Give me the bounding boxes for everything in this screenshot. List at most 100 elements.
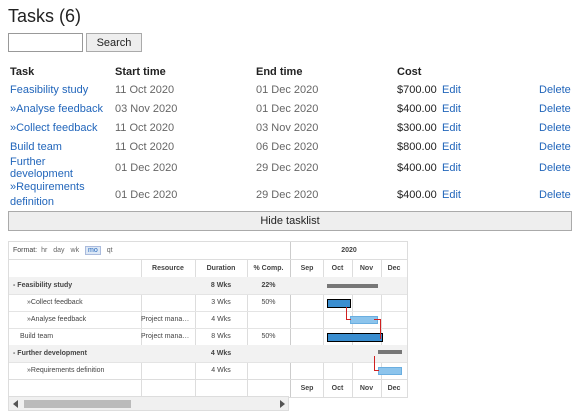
task-link[interactable]: Build team: [10, 141, 62, 153]
cost: $400.00: [397, 162, 437, 174]
gantt-duration: 3 Wks: [211, 299, 231, 306]
gantt-pct: 50%: [261, 299, 276, 306]
horizontal-scrollbar[interactable]: [8, 396, 289, 411]
delete-link[interactable]: Delete: [539, 84, 571, 96]
task-link[interactable]: »Analyse feedback: [10, 103, 103, 115]
gantt-chart: Format: hr day wk mo qt 2020 Resource Du…: [8, 241, 408, 398]
start-time: 11 Oct 2020: [115, 83, 175, 96]
format-wk[interactable]: wk: [71, 247, 80, 254]
column-header-end: End time: [256, 66, 303, 78]
month-label: Oct: [331, 385, 344, 392]
format-qt[interactable]: qt: [107, 247, 113, 254]
gantt-bar[interactable]: [327, 299, 351, 308]
edit-link[interactable]: Edit: [442, 189, 461, 201]
dependency-line: [380, 319, 381, 339]
table-row: Build team 11 Oct 2020 06 Dec 2020 $800.…: [8, 137, 573, 156]
delete-link[interactable]: Delete: [539, 162, 571, 174]
gantt-duration: 8 Wks: [211, 333, 231, 340]
end-time: 29 Dec 2020: [256, 189, 319, 201]
format-mo[interactable]: mo: [85, 246, 101, 255]
edit-link[interactable]: Edit: [442, 141, 461, 153]
task-link[interactable]: »Collect feedback: [10, 122, 97, 134]
gantt-row: - Further development 4 Wks: [9, 345, 407, 363]
end-time: 03 Nov 2020: [256, 121, 319, 134]
format-label: Format:: [13, 247, 38, 254]
column-header-resource: Resource: [152, 265, 184, 272]
column-header-duration: Duration: [206, 265, 236, 272]
gantt-duration: 8 Wks: [210, 282, 232, 289]
gantt-bar[interactable]: [350, 316, 378, 324]
cost: $800.00: [397, 140, 437, 153]
collapse-icon[interactable]: -: [13, 282, 15, 289]
table-row: Feasibility study 11 Oct 2020 01 Dec 202…: [8, 80, 573, 99]
dependency-line: [374, 370, 379, 371]
start-time: 11 Oct 2020: [115, 121, 175, 134]
gantt-bar[interactable]: [378, 367, 402, 375]
task-link[interactable]: Further development: [10, 156, 73, 180]
page-title: Tasks (6): [8, 6, 82, 26]
gantt-task-name[interactable]: »Analyse feedback: [27, 311, 86, 328]
gantt-duration: 4 Wks: [210, 350, 232, 357]
month-label: Dec: [387, 385, 401, 392]
year-label: 2020: [341, 247, 357, 254]
edit-link[interactable]: Edit: [442, 103, 461, 115]
month-label: Oct: [331, 265, 344, 272]
delete-link[interactable]: Delete: [539, 122, 571, 134]
gantt-resource: Project mana…: [141, 333, 190, 340]
end-time: 29 Dec 2020: [256, 162, 319, 174]
table-row: »Collect feedback 11 Oct 2020 03 Nov 202…: [8, 118, 573, 137]
search-button[interactable]: Search: [86, 33, 142, 52]
gantt-pct: 22%: [261, 282, 276, 289]
gantt-row: »Analyse feedback Project mana… 4 Wks: [9, 311, 407, 329]
gantt-task-name[interactable]: »Requirements definition: [27, 362, 104, 379]
delete-link[interactable]: Delete: [539, 189, 571, 201]
task-link[interactable]: Feasibility study: [10, 84, 88, 96]
format-day[interactable]: day: [53, 247, 64, 254]
gantt-bar-group[interactable]: [327, 284, 378, 288]
column-header-start: Start time: [115, 66, 166, 78]
end-time: 06 Dec 2020: [256, 140, 319, 153]
delete-link[interactable]: Delete: [539, 141, 571, 153]
gantt-pct: 50%: [261, 333, 276, 340]
format-selector: Format: hr day wk mo qt: [13, 242, 115, 259]
gantt-task-name[interactable]: - Further development: [13, 345, 87, 362]
month-label: Dec: [387, 265, 401, 272]
task-table: Task Start time End time Cost Feasibilit…: [8, 64, 573, 210]
hide-tasklist-button[interactable]: Hide tasklist: [8, 211, 572, 231]
delete-link[interactable]: Delete: [539, 103, 571, 115]
start-time: 01 Dec 2020: [115, 162, 178, 174]
scroll-left-icon[interactable]: [13, 400, 18, 408]
gantt-task-name[interactable]: - Feasibility study: [13, 277, 72, 294]
end-time: 01 Dec 2020: [256, 102, 319, 115]
format-hr[interactable]: hr: [41, 247, 47, 254]
dependency-line: [346, 319, 351, 320]
dependency-line: [374, 356, 375, 371]
column-header-cost: Cost: [397, 66, 422, 78]
table-row: Further development 01 Dec 2020 29 Dec 2…: [8, 156, 573, 180]
collapse-icon[interactable]: -: [13, 350, 15, 357]
gantt-task-name[interactable]: »Collect feedback: [27, 294, 83, 311]
edit-link[interactable]: Edit: [442, 162, 461, 174]
scroll-right-icon[interactable]: [280, 400, 285, 408]
scrollbar-thumb[interactable]: [24, 400, 131, 408]
edit-link[interactable]: Edit: [442, 84, 461, 96]
month-label: Nov: [359, 385, 374, 392]
cost: $300.00: [397, 121, 437, 134]
task-link[interactable]: »Requirements definition: [10, 181, 85, 208]
month-label: Nov: [359, 265, 374, 272]
search-input[interactable]: [8, 33, 83, 52]
gantt-duration: 4 Wks: [211, 367, 231, 374]
gantt-bar[interactable]: [327, 333, 383, 342]
gantt-duration: 4 Wks: [211, 316, 231, 323]
gantt-task-name[interactable]: Build team: [20, 328, 53, 345]
start-time: 01 Dec 2020: [115, 189, 178, 201]
cost: $400.00: [397, 102, 437, 115]
gantt-bar-group[interactable]: [378, 350, 402, 354]
table-row: »Analyse feedback 03 Nov 2020 01 Dec 202…: [8, 99, 573, 118]
start-time: 03 Nov 2020: [115, 102, 178, 115]
column-header-task: Task: [10, 66, 35, 78]
column-header-pct: % Comp.: [253, 265, 284, 272]
table-row: »Requirements definition 01 Dec 2020 29 D…: [8, 180, 573, 210]
start-time: 11 Oct 2020: [115, 140, 175, 153]
edit-link[interactable]: Edit: [442, 122, 461, 134]
